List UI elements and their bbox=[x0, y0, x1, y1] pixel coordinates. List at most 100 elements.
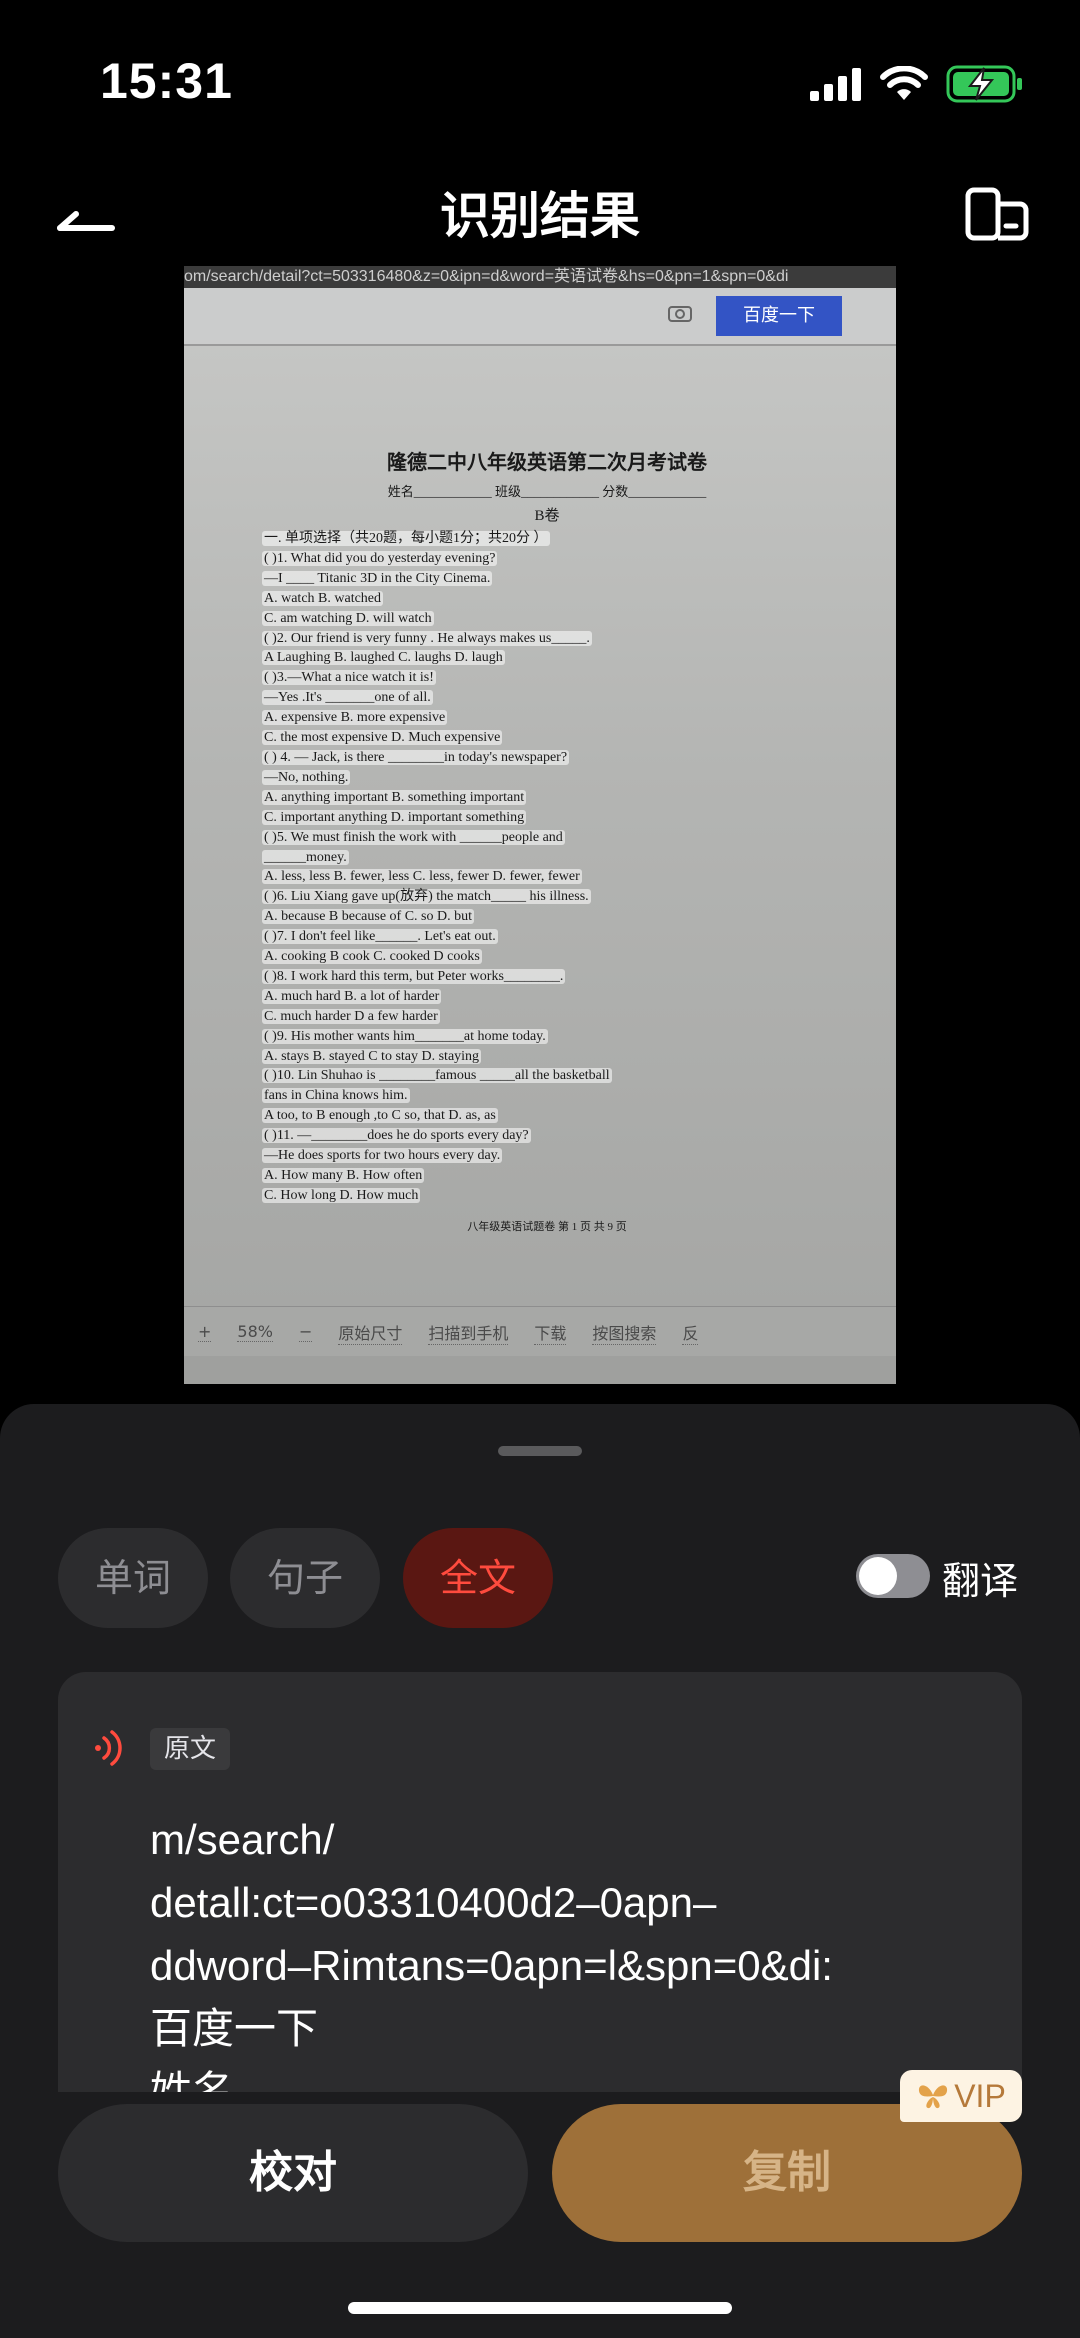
doc-line-text: A. watch B. watched bbox=[262, 590, 384, 606]
doc-line-text: A. stays B. stayed C to stay D. staying bbox=[262, 1048, 482, 1064]
doc-question-line: A too, to B enough ,to C so, that D. as,… bbox=[262, 1106, 832, 1126]
tab-sentence[interactable]: 句子 bbox=[230, 1528, 380, 1628]
doc-question-line: ( )8. I work hard this term, but Peter w… bbox=[262, 967, 832, 987]
proofread-button[interactable]: 校对 bbox=[58, 2104, 528, 2242]
doc-toolbar-item: 下载 bbox=[534, 1320, 567, 1345]
status-time: 15:31 bbox=[100, 53, 233, 109]
doc-question-line: —Yes .It's _______one of all. bbox=[262, 688, 832, 708]
doc-volume: B卷 bbox=[534, 508, 560, 524]
doc-title: 隆德二中八年级英语第二次月考试卷 bbox=[387, 452, 707, 474]
doc-line-text: ( )3.—What a nice watch it is! bbox=[262, 670, 436, 686]
doc-question-line: ( )5. We must finish the work with _____… bbox=[262, 828, 832, 848]
doc-question-line: C. How long D. How much bbox=[262, 1186, 832, 1206]
doc-toolbar-item: 反 bbox=[682, 1320, 699, 1345]
doc-question-line: ______money. bbox=[262, 848, 832, 868]
doc-line-text: A. cooking B cook C. cooked D cooks bbox=[262, 949, 482, 965]
doc-question-line: C. much harder D a few harder bbox=[262, 1007, 832, 1027]
doc-bottom-band bbox=[184, 1356, 896, 1384]
doc-line-text: —I ____ Titanic 3D in the City Cinema. bbox=[262, 570, 493, 586]
doc-question-line: ( )10. Lin Shuhao is ________famous ____… bbox=[262, 1066, 832, 1086]
result-line: m/search/ bbox=[150, 1816, 335, 1863]
doc-question-line: A. because B because of C. so D. but bbox=[262, 907, 832, 927]
doc-question-line: ( )2. Our friend is very funny . He alwa… bbox=[262, 629, 832, 649]
doc-question-line: —I ____ Titanic 3D in the City Cinema. bbox=[262, 569, 832, 589]
doc-question-line: —No, nothing. bbox=[262, 768, 832, 788]
recognized-text[interactable]: m/search/ detall:ct=o03310400d2–0apn– dd… bbox=[150, 1808, 1010, 2092]
status-bar: 15:31 bbox=[0, 0, 1080, 160]
doc-line-text: A. much hard B. a lot of harder bbox=[262, 988, 442, 1004]
doc-search-button: 百度一下 bbox=[716, 296, 842, 336]
doc-question-line: A. less, less B. fewer, less C. less, fe… bbox=[262, 867, 832, 887]
doc-line-text: C. How long D. How much bbox=[262, 1187, 421, 1203]
home-indicator bbox=[348, 2302, 732, 2314]
tab-full-text[interactable]: 全文 bbox=[403, 1528, 553, 1628]
doc-question-line: A. How many B. How often bbox=[262, 1166, 832, 1186]
result-sheet: 单词 句子 全文 翻译 原文 m/search/ detall:ct=o0331… bbox=[0, 1404, 1080, 2338]
doc-question-line: A. much hard B. a lot of harder bbox=[262, 987, 832, 1007]
doc-line-text: C. am watching D. will watch bbox=[262, 610, 434, 626]
doc-question-line: A. anything important B. something impor… bbox=[262, 788, 832, 808]
doc-question-line: ( )7. I don't feel like______. Let's eat… bbox=[262, 927, 832, 947]
doc-line-text: A. anything important B. something impor… bbox=[262, 789, 527, 805]
result-line: 百度一下 bbox=[150, 2005, 319, 2052]
doc-page: 隆德二中八年级英语第二次月考试卷 姓名____________ 班级______… bbox=[262, 446, 832, 1234]
header: 识别结果 bbox=[0, 160, 1080, 270]
doc-question-line: C. important anything D. important somet… bbox=[262, 808, 832, 828]
tab-word[interactable]: 单词 bbox=[58, 1528, 208, 1628]
wifi-icon bbox=[880, 66, 928, 100]
doc-line-text: —No, nothing. bbox=[262, 769, 351, 785]
doc-line-text: ( )5. We must finish the work with _____… bbox=[262, 829, 565, 845]
doc-line-text: ( )8. I work hard this term, but Peter w… bbox=[262, 968, 566, 984]
doc-question-line: C. the most expensive D. Much expensive bbox=[262, 728, 832, 748]
speaker-icon[interactable] bbox=[90, 1728, 130, 1768]
translate-toggle[interactable] bbox=[856, 1554, 930, 1598]
doc-toolbar-item: 扫描到手机 bbox=[428, 1320, 509, 1345]
translate-label: 翻译 bbox=[942, 1559, 1019, 1603]
doc-line-text: ( )1. What did you do yesterday evening? bbox=[262, 550, 498, 566]
doc-footer: 八年级英语试题卷 第 1 页 共 9 页 bbox=[467, 1220, 627, 1233]
butterfly-icon bbox=[919, 2085, 948, 2109]
doc-line-text: ______money. bbox=[262, 849, 349, 865]
cellular-signal-icon bbox=[810, 68, 861, 101]
document-preview[interactable]: om/search/detail?ct=503316480&z=0&ipn=d&… bbox=[184, 266, 896, 1384]
vip-label: VIP bbox=[954, 2077, 1006, 2114]
doc-line-text: ( )7. I don't feel like______. Let's eat… bbox=[262, 929, 498, 945]
doc-question-line: A. stays B. stayed C to stay D. staying bbox=[262, 1047, 832, 1067]
doc-toolbar-item: 原始尺寸 bbox=[338, 1320, 403, 1345]
doc-question-line: fans in China knows him. bbox=[262, 1086, 832, 1106]
doc-line-text: A. less, less B. fewer, less C. less, fe… bbox=[262, 869, 582, 885]
doc-line-text: fans in China knows him. bbox=[262, 1088, 410, 1104]
copy-button[interactable]: 复制 bbox=[552, 2104, 1022, 2242]
doc-question-line: ( ) 4. — Jack, is there ________in today… bbox=[262, 748, 832, 768]
doc-question-line: ( )11. —________does he do sports every … bbox=[262, 1126, 832, 1146]
doc-line-text: A. because B because of C. so D. but bbox=[262, 909, 475, 925]
doc-question-line: A. cooking B cook C. cooked D cooks bbox=[262, 947, 832, 967]
doc-toolbar-item: + bbox=[198, 1322, 212, 1342]
doc-line-text: A. expensive B. more expensive bbox=[262, 710, 448, 726]
doc-toolbar-item: 58% bbox=[237, 1322, 273, 1342]
doc-toolbar-item: − bbox=[298, 1322, 313, 1342]
doc-line-text: ( )11. —________does he do sports every … bbox=[262, 1128, 531, 1144]
result-line: detall:ct=o03310400d2–0apn– bbox=[150, 1879, 717, 1926]
doc-question-line: ( )6. Liu Xiang gave up(放弃) the match___… bbox=[262, 887, 832, 907]
doc-toolbar: +58% − 原始尺寸 扫描到手机 下载 按图搜索反 bbox=[184, 1306, 896, 1357]
doc-search-bar: 百度一下 bbox=[184, 288, 896, 346]
doc-lines: 一. 单项选择（共20题，每小题1分；共20分 ） ( )1. What did … bbox=[262, 529, 832, 1206]
vip-badge: VIP bbox=[900, 2070, 1022, 2122]
doc-line-text: A Laughing B. laughed C. laughs D. laugh bbox=[262, 650, 505, 666]
doc-question-line: ( )3.—What a nice watch it is! bbox=[262, 668, 832, 688]
doc-line-text: —Yes .It's _______one of all. bbox=[262, 690, 433, 706]
doc-question-line: A. expensive B. more expensive bbox=[262, 708, 832, 728]
doc-line-text: ( )2. Our friend is very funny . He alwa… bbox=[262, 630, 592, 646]
doc-line-text: C. much harder D a few harder bbox=[262, 1008, 440, 1024]
doc-question-line: A. watch B. watched bbox=[262, 589, 832, 609]
doc-line-text: ( )10. Lin Shuhao is ________famous ____… bbox=[262, 1068, 612, 1084]
switch-view-button[interactable] bbox=[962, 180, 1032, 250]
doc-line-text: 一. 单项选择（共20题，每小题1分；共20分 ） bbox=[262, 531, 550, 546]
doc-line-text: C. important anything D. important somet… bbox=[262, 809, 527, 825]
sheet-grabber[interactable] bbox=[498, 1446, 582, 1456]
toggle-knob bbox=[859, 1557, 897, 1595]
doc-question-line: C. am watching D. will watch bbox=[262, 609, 832, 629]
compare-pages-icon bbox=[965, 187, 1029, 241]
doc-line-text: A. How many B. How often bbox=[262, 1168, 425, 1183]
